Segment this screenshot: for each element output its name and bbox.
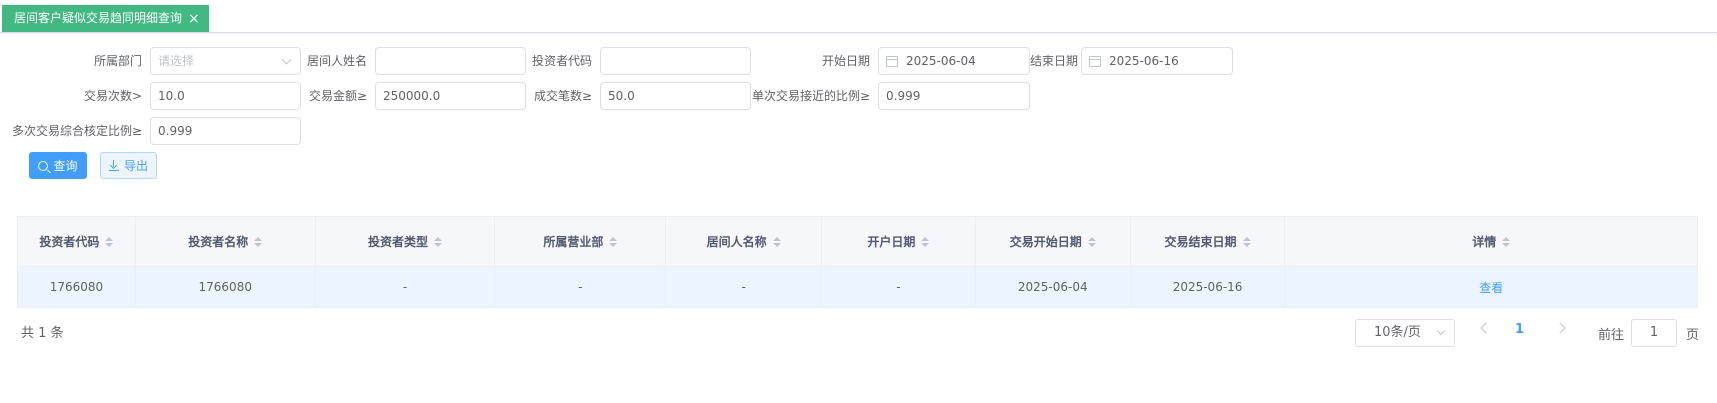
end-date-picker[interactable]: 2025-06-16 — [1081, 47, 1233, 75]
sort-icon[interactable] — [254, 236, 263, 247]
column-header-branch[interactable]: 所属营业部 — [495, 217, 667, 266]
sort-icon[interactable] — [609, 236, 618, 247]
sort-icon[interactable] — [1242, 236, 1251, 247]
results-table: 投资者代码 投资者名称 投资者类型 所属营业部 居间人名称 开户日期 交易开始日… — [17, 216, 1698, 308]
chevron-down-icon — [281, 54, 292, 65]
trade-count-label: 交易次数> — [83, 89, 142, 103]
tab-suspicious-trade-query[interactable]: 居间客户疑似交易趋同明细查询 × — [2, 5, 209, 32]
multi-ratio-input[interactable]: 0.999 — [150, 117, 301, 145]
sort-icon[interactable] — [105, 236, 114, 247]
department-select[interactable]: 请选择 — [150, 47, 301, 75]
cell-investor-type: - — [316, 267, 496, 307]
goto-prefix-label: 前往 — [1598, 328, 1625, 343]
column-header-details[interactable]: 详情 — [1285, 217, 1697, 266]
start-date-label: 开始日期 — [821, 54, 870, 68]
table-header: 投资者代码 投资者名称 投资者类型 所属营业部 居间人名称 开户日期 交易开始日… — [18, 217, 1697, 267]
cell-broker-name: - — [666, 267, 823, 307]
deal-count-input[interactable]: 50.0 — [600, 82, 751, 110]
export-button[interactable]: 导出 — [100, 152, 157, 179]
investor-code-input[interactable] — [600, 47, 751, 75]
column-header-trade-start-date[interactable]: 交易开始日期 — [976, 217, 1131, 266]
page-size-select[interactable]: 10条/页 — [1355, 319, 1455, 347]
trade-amount-label: 交易金额≥ — [308, 89, 367, 103]
page-size-value: 10条/页 — [1374, 325, 1421, 340]
search-icon — [38, 160, 49, 171]
single-ratio-label: 单次交易接近的比例≥ — [751, 89, 870, 103]
column-header-investor-type[interactable]: 投资者类型 — [316, 217, 496, 266]
prev-page-icon[interactable] — [1480, 322, 1492, 334]
cell-trade-end-date: 2025-06-16 — [1131, 267, 1286, 307]
goto-page-input[interactable]: 1 — [1631, 319, 1677, 347]
cell-investor-name: 1766080 — [136, 267, 316, 307]
department-label: 所属部门 — [93, 54, 142, 68]
tab-title: 居间客户疑似交易趋同明细查询 — [14, 11, 183, 25]
sort-icon[interactable] — [1502, 236, 1511, 247]
sort-icon[interactable] — [772, 236, 781, 247]
column-header-open-date[interactable]: 开户日期 — [822, 217, 976, 266]
calendar-icon — [886, 55, 898, 67]
download-icon — [108, 160, 119, 171]
page-number-current[interactable]: 1 — [1515, 322, 1524, 337]
sort-icon[interactable] — [434, 236, 443, 247]
multi-ratio-label: 多次交易综合核定比例≥ — [11, 124, 142, 138]
goto-suffix-label: 页 — [1686, 328, 1700, 343]
broker-name-label: 居间人姓名 — [306, 54, 367, 68]
column-header-investor-code[interactable]: 投资者代码 — [18, 217, 136, 266]
start-date-value: 2025-06-04 — [906, 54, 976, 68]
table-row[interactable]: 1766080 1766080 - - - - 2025-06-04 2025-… — [18, 267, 1697, 307]
sort-icon[interactable] — [921, 236, 930, 247]
cell-trade-start-date: 2025-06-04 — [976, 267, 1131, 307]
broker-name-input[interactable] — [375, 47, 526, 75]
cell-branch: - — [495, 267, 667, 307]
start-date-picker[interactable]: 2025-06-04 — [878, 47, 1030, 75]
query-button[interactable]: 查询 — [29, 152, 87, 179]
department-placeholder: 请选择 — [158, 54, 195, 68]
tab-bar: 居间客户疑似交易趋同明细查询 × — [0, 0, 1717, 33]
view-details-link[interactable]: 查看 — [1479, 279, 1503, 296]
deal-count-label: 成交笔数≥ — [533, 89, 592, 103]
cell-open-date: - — [822, 267, 976, 307]
close-icon[interactable]: × — [188, 12, 200, 26]
chevron-down-icon — [1436, 326, 1446, 336]
column-header-broker-name[interactable]: 居间人名称 — [666, 217, 823, 266]
column-header-trade-end-date[interactable]: 交易结束日期 — [1131, 217, 1286, 266]
column-header-investor-name[interactable]: 投资者名称 — [136, 217, 316, 266]
cell-details: 查看 — [1285, 267, 1697, 307]
total-count: 共 1 条 — [21, 326, 64, 341]
export-label: 导出 — [123, 159, 148, 173]
calendar-icon — [1089, 55, 1101, 67]
trade-count-input[interactable]: 10.0 — [150, 82, 301, 110]
next-page-icon[interactable] — [1554, 322, 1566, 334]
trade-amount-input[interactable]: 250000.0 — [375, 82, 526, 110]
investor-code-label: 投资者代码 — [531, 54, 592, 68]
end-date-label: 结束日期 — [1030, 54, 1079, 68]
end-date-value: 2025-06-16 — [1109, 54, 1179, 68]
sort-icon[interactable] — [1087, 236, 1096, 247]
single-ratio-input[interactable]: 0.999 — [878, 82, 1030, 110]
query-label: 查询 — [53, 159, 78, 173]
cell-investor-code: 1766080 — [18, 267, 136, 307]
